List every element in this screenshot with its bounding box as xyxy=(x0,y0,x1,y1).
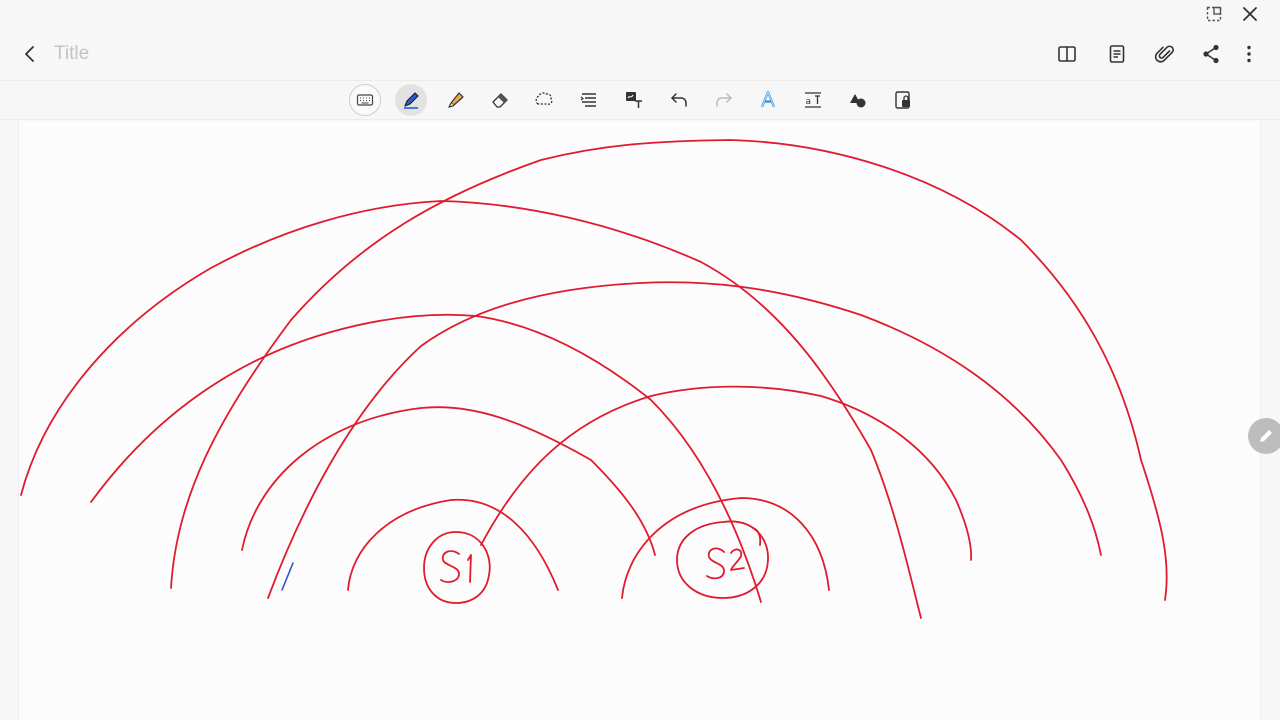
highlighter-tool-button[interactable] xyxy=(440,84,472,116)
redo-button[interactable] xyxy=(708,84,740,116)
pen-tool-button[interactable] xyxy=(395,84,427,116)
drawing-canvas[interactable]: S1 S2 xyxy=(18,121,1261,720)
title-input[interactable]: Title xyxy=(54,40,454,68)
page-template-icon[interactable] xyxy=(1103,40,1131,68)
attachment-icon[interactable] xyxy=(1151,40,1179,68)
close-icon[interactable] xyxy=(1238,2,1262,26)
lasso-tool-button[interactable] xyxy=(528,84,560,116)
text-align-tool-button[interactable] xyxy=(573,84,605,116)
ink-stroke xyxy=(440,550,460,583)
read-only-lock-button[interactable] xyxy=(887,84,919,116)
lasso-icon xyxy=(535,92,553,105)
ink-stroke xyxy=(467,554,472,583)
share-icon[interactable] xyxy=(1197,40,1225,68)
undo-button[interactable] xyxy=(663,84,695,116)
pen-icon xyxy=(404,92,419,109)
eraser-tool-button[interactable] xyxy=(484,84,516,116)
ink-stroke xyxy=(423,531,491,604)
svg-text:a: a xyxy=(806,97,812,107)
back-button[interactable] xyxy=(16,40,44,68)
undo-icon xyxy=(671,93,687,107)
text-align-icon xyxy=(580,93,596,107)
ink-stroke xyxy=(706,547,725,580)
redo-icon xyxy=(716,93,732,107)
keyboard-tool-button[interactable] xyxy=(349,84,381,116)
floating-pen-button[interactable] xyxy=(1248,418,1280,454)
shapes-button[interactable] xyxy=(842,84,874,116)
handwriting-to-text-icon xyxy=(626,92,642,108)
ink-stroke xyxy=(480,385,972,561)
ink-stroke xyxy=(676,520,769,599)
eraser-icon xyxy=(492,93,508,108)
blue-ink-stroke xyxy=(281,562,294,591)
book-view-icon[interactable] xyxy=(1053,40,1081,68)
highlighter-icon xyxy=(447,92,464,108)
drawing-toolbar: a xyxy=(0,80,1280,120)
keyboard-icon xyxy=(356,94,374,106)
ink-stroke xyxy=(90,313,762,603)
handwritten-drawing xyxy=(20,139,1168,619)
more-options-icon[interactable] xyxy=(1235,40,1263,68)
ink-stroke xyxy=(170,139,1168,601)
popup-view-icon[interactable] xyxy=(1202,2,1226,26)
ink-stroke xyxy=(730,548,745,571)
note-header: Title xyxy=(0,26,1280,80)
pen-icon xyxy=(1260,430,1272,442)
text-style-button[interactable] xyxy=(752,84,784,116)
text-style-icon xyxy=(760,90,776,108)
note-editor: Title a xyxy=(0,0,1280,720)
ink-stroke xyxy=(347,498,559,591)
text-spacing-button[interactable]: a xyxy=(797,84,829,116)
chevron-left-icon xyxy=(25,46,34,62)
ink-stroke xyxy=(752,527,762,546)
shapes-icon xyxy=(850,94,866,108)
lock-icon xyxy=(895,91,910,109)
text-spacing-icon: a xyxy=(805,92,821,108)
handwriting-to-text-button[interactable] xyxy=(618,84,650,116)
